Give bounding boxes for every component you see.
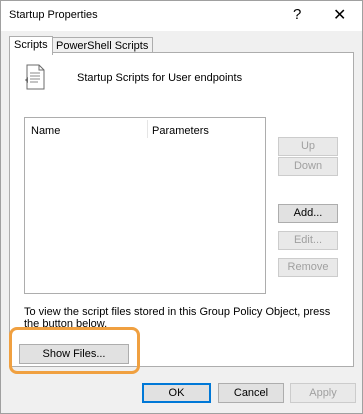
scripts-header-text: Startup Scripts for User endpoints — [77, 72, 243, 84]
scripts-list[interactable]: Name Parameters — [24, 117, 266, 294]
cancel-button[interactable]: Cancel — [218, 383, 284, 403]
help-button[interactable]: ? — [293, 6, 301, 23]
startup-properties-dialog: Startup Properties ? ✕ Scripts PowerShel… — [0, 0, 363, 414]
column-header-name[interactable]: Name — [31, 125, 60, 137]
ok-button[interactable]: OK — [142, 383, 211, 403]
up-button[interactable]: Up — [278, 137, 338, 156]
add-button[interactable]: Add... — [278, 204, 338, 223]
show-files-highlight — [9, 327, 140, 374]
close-button[interactable]: ✕ — [333, 5, 346, 25]
column-separator[interactable] — [147, 120, 148, 138]
window-title: Startup Properties — [9, 9, 98, 21]
column-header-parameters[interactable]: Parameters — [152, 125, 209, 137]
edit-button[interactable]: Edit... — [278, 231, 338, 250]
down-button[interactable]: Down — [278, 157, 338, 176]
show-files-instructions: To view the script files stored in this … — [24, 306, 331, 329]
remove-button[interactable]: Remove — [278, 258, 338, 277]
script-document-icon — [25, 64, 45, 90]
tab-scripts[interactable]: Scripts — [9, 36, 53, 55]
apply-button[interactable]: Apply — [290, 383, 356, 403]
scripts-tab-panel: Startup Scripts for User endpoints Name … — [9, 52, 354, 367]
title-bar: Startup Properties ? ✕ — [1, 1, 362, 31]
